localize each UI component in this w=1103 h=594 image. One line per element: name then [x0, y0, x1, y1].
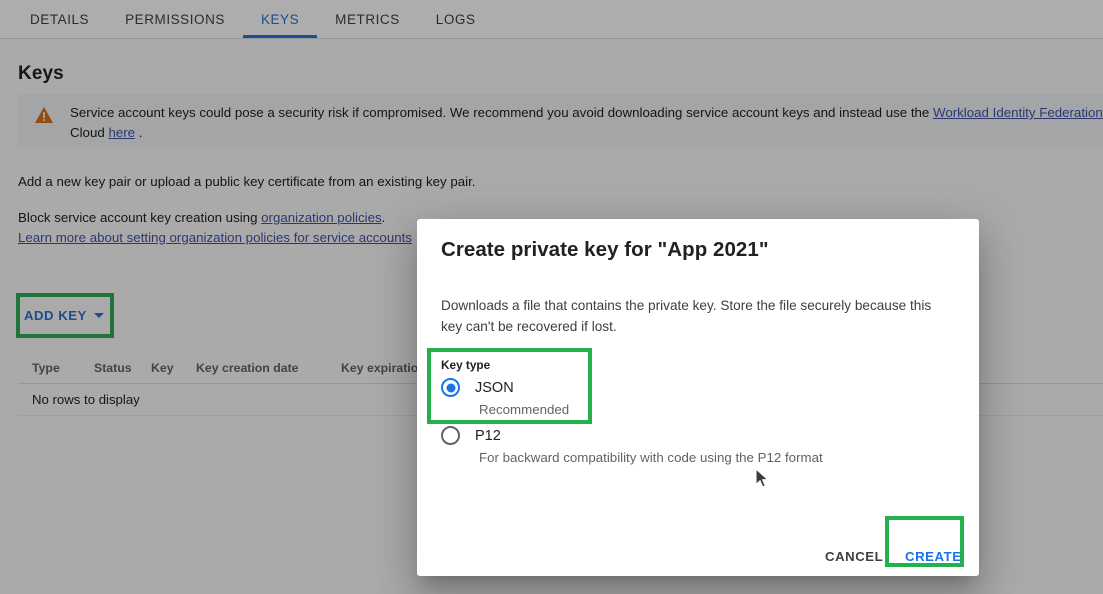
radio-json-icon[interactable] [441, 378, 460, 397]
tab-label: PERMISSIONS [125, 11, 225, 27]
add-key-button[interactable]: ADD KEY [24, 301, 104, 330]
radio-p12-icon[interactable] [441, 426, 460, 445]
create-button[interactable]: CREATE [897, 541, 970, 572]
learn-more-row: Learn more about setting organization po… [18, 228, 412, 248]
tab-bar: DETAILS PERMISSIONS KEYS METRICS LOGS [0, 0, 1103, 39]
column-header-type[interactable]: Type [18, 361, 80, 375]
organization-policies-link[interactable]: organization policies [261, 210, 381, 225]
cancel-button[interactable]: CANCEL [817, 541, 891, 572]
workload-identity-federation-link[interactable]: Workload Identity Federation [933, 105, 1103, 120]
column-header-status[interactable]: Status [80, 361, 137, 375]
radio-option-json[interactable]: JSON [441, 378, 514, 397]
tab-label: LOGS [435, 11, 476, 27]
page-title: Keys [18, 63, 64, 84]
create-private-key-dialog: Create private key for "App 2021" Downlo… [417, 219, 979, 576]
column-header-creation[interactable]: Key creation date [182, 361, 327, 375]
learn-more-link[interactable]: Learn more about setting organization po… [18, 230, 412, 245]
tab-label: DETAILS [30, 11, 90, 27]
add-key-label: ADD KEY [24, 308, 87, 323]
warning-text: Service account keys could pose a securi… [70, 103, 1103, 143]
block-text-pre: Block service account key creation using [18, 210, 262, 225]
warning-line2-post: . [135, 125, 143, 140]
add-key-pair-text: Add a new key pair or upload a public ke… [18, 174, 476, 189]
warning-line1-pre: Service account keys could pose a securi… [70, 105, 934, 120]
security-warning-banner: Service account keys could pose a securi… [18, 94, 1103, 147]
tab-logs[interactable]: LOGS [418, 0, 494, 38]
radio-json-label: JSON [475, 379, 514, 396]
here-link[interactable]: here [108, 125, 135, 140]
radio-option-p12[interactable]: P12 [441, 426, 501, 445]
chevron-down-icon [93, 313, 104, 318]
dialog-title: Create private key for "App 2021" [441, 238, 769, 261]
tab-label: KEYS [260, 11, 300, 27]
block-key-creation-text: Block service account key creation using… [18, 208, 385, 228]
radio-p12-label: P12 [475, 427, 501, 444]
tab-permissions[interactable]: PERMISSIONS [107, 0, 243, 38]
warning-line2-pre: Cloud [70, 125, 109, 140]
column-header-key[interactable]: Key [137, 361, 182, 375]
dialog-description: Downloads a file that contains the priva… [441, 298, 932, 334]
tab-details[interactable]: DETAILS [12, 0, 107, 38]
key-type-label: Key type [441, 358, 491, 372]
p12-note: For backward compatibility with code usi… [479, 450, 823, 465]
warning-line2: Cloud here . [70, 123, 1103, 143]
block-text-post: . [381, 210, 386, 225]
warning-triangle-icon [34, 106, 54, 129]
tab-keys[interactable]: KEYS [242, 0, 318, 38]
json-note: Recommended [479, 402, 570, 417]
tab-label: METRICS [335, 11, 400, 27]
tab-metrics[interactable]: METRICS [317, 0, 418, 38]
